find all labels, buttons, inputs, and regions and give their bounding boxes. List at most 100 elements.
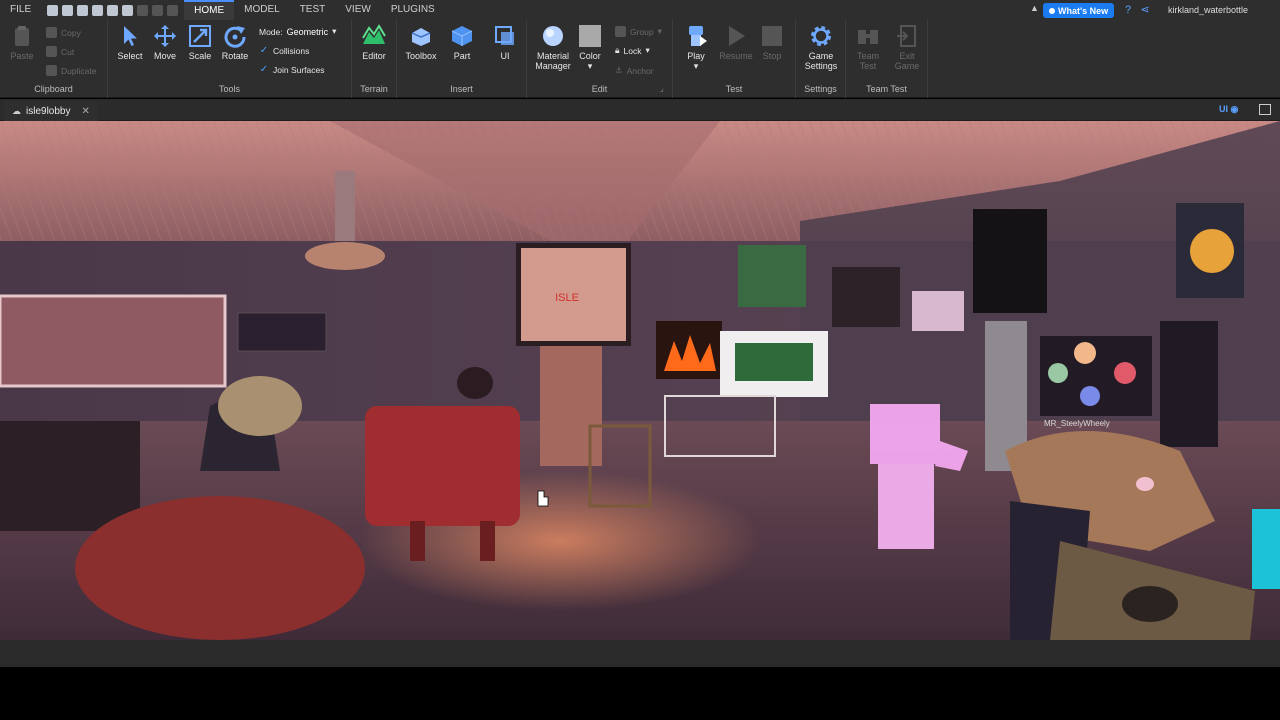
stop-button[interactable]: Stop bbox=[754, 24, 790, 61]
material-label: Material bbox=[536, 51, 569, 61]
chevron-down-icon: ▾ bbox=[693, 61, 699, 71]
clipboard-group: Paste Copy Cut Duplicate Clipboard bbox=[0, 20, 108, 98]
brick-fireplace bbox=[540, 346, 602, 466]
tools-group-label: Tools bbox=[218, 84, 240, 94]
tab-model[interactable]: MODEL bbox=[234, 0, 290, 20]
copy-button[interactable]: Copy bbox=[46, 27, 81, 38]
open-file-icon[interactable] bbox=[62, 4, 74, 16]
share-icon[interactable]: ⋖ bbox=[1139, 4, 1151, 16]
team-test-group: Team Test Exit Game Team Test bbox=[846, 20, 928, 98]
3d-viewport[interactable]: ISLE MR_SteelyWheely bbox=[0, 121, 1280, 640]
move-button[interactable]: Move bbox=[145, 24, 185, 61]
whats-new-button[interactable]: What's New bbox=[1043, 3, 1115, 18]
ribbon: Paste Copy Cut Duplicate Clipboard Selec… bbox=[0, 20, 1280, 98]
cannon-prop bbox=[0, 421, 140, 531]
poster-caption: MR_SteelyWheely bbox=[1044, 419, 1110, 428]
mode-label: Mode: bbox=[259, 26, 283, 37]
terrain-editor-button[interactable]: Editor bbox=[354, 24, 394, 61]
group-icon bbox=[615, 26, 626, 37]
play-label: Play bbox=[687, 51, 705, 61]
editor-label: Editor bbox=[362, 51, 386, 61]
tools-group: Select Move Scale Rotate Mode: Geometric ▾… bbox=[108, 20, 352, 98]
join-surfaces-label: Join Surfaces bbox=[273, 65, 325, 75]
cube-icon bbox=[451, 26, 473, 46]
anchor-label: Anchor bbox=[626, 65, 654, 76]
toolbox-button[interactable]: Toolbox bbox=[401, 24, 441, 61]
new-file-icon[interactable] bbox=[47, 4, 59, 16]
group-label: Group bbox=[630, 26, 654, 37]
collapse-ribbon-icon[interactable]: ▲ bbox=[1030, 3, 1039, 13]
isle-tv: ISLE bbox=[516, 243, 631, 346]
beanbag-chair bbox=[75, 496, 365, 640]
anchor-button[interactable]: ⚓︎ Anchor bbox=[615, 65, 654, 76]
chevron-down-icon: ▾ bbox=[657, 26, 662, 36]
scale-label: Scale bbox=[188, 51, 212, 61]
redo-disabled-icon[interactable] bbox=[167, 4, 179, 16]
scissors-icon bbox=[46, 46, 57, 57]
lock-button[interactable]: 🔒︎ Lock ▾ bbox=[615, 45, 650, 56]
binoculars-icon[interactable] bbox=[92, 4, 104, 16]
resume-button[interactable]: Resume bbox=[716, 24, 756, 61]
play-button[interactable]: Play ▾ bbox=[676, 24, 716, 72]
cut-button[interactable]: Cut bbox=[46, 46, 74, 57]
material-manager-button[interactable]: Material Manager bbox=[533, 24, 573, 71]
undo-icon[interactable] bbox=[152, 4, 164, 16]
exit-game-button[interactable]: Exit Game bbox=[887, 24, 927, 71]
team-icon bbox=[858, 30, 878, 44]
cyan-object bbox=[1252, 509, 1280, 589]
tab-home[interactable]: HOME bbox=[184, 0, 235, 20]
insert-group-label: Insert bbox=[450, 84, 473, 94]
manager-label: Manager bbox=[535, 61, 571, 71]
tab-view[interactable]: VIEW bbox=[335, 0, 381, 20]
ribbon-expand-icon[interactable]: ⌟ bbox=[660, 84, 664, 93]
document-tab[interactable]: ☁︎ isle9lobby ✕ bbox=[4, 101, 98, 121]
chevron-down-icon: ▾ bbox=[332, 26, 337, 36]
duplicate-button[interactable]: Duplicate bbox=[46, 65, 96, 76]
part-label: Part bbox=[453, 51, 471, 61]
tab-test[interactable]: TEST bbox=[290, 0, 336, 20]
select-button[interactable]: Select bbox=[110, 24, 150, 61]
scale-icon bbox=[189, 25, 211, 47]
ui-visibility-toggle[interactable]: UI ◉ bbox=[1219, 104, 1238, 115]
join-surfaces-toggle[interactable]: ✓ Join Surfaces bbox=[259, 65, 325, 76]
window-layout-icon[interactable] bbox=[1259, 104, 1271, 115]
group-button[interactable]: Group ▾ bbox=[615, 26, 662, 37]
color-button[interactable]: Color ▾ bbox=[572, 24, 608, 72]
redo-icon[interactable] bbox=[107, 4, 119, 16]
stop-small-icon[interactable] bbox=[137, 4, 149, 16]
game-settings-button[interactable]: Game Settings bbox=[801, 24, 841, 71]
file-menu[interactable]: FILE bbox=[0, 0, 41, 20]
scene-render: ISLE MR_SteelyWheely bbox=[0, 121, 1280, 640]
username[interactable]: kirkland_waterbottle bbox=[1168, 0, 1248, 20]
close-icon[interactable]: ✕ bbox=[81, 106, 89, 117]
collisions-label: Collisions bbox=[273, 46, 310, 56]
scale-button[interactable]: Scale bbox=[180, 24, 220, 61]
test-label: Test bbox=[859, 61, 877, 71]
rotate-button[interactable]: Rotate bbox=[215, 24, 255, 61]
exit-label: Exit bbox=[899, 51, 915, 61]
team-test-group-label: Team Test bbox=[866, 84, 907, 94]
game-label: Game bbox=[894, 61, 920, 71]
team-test-button[interactable]: Team Test bbox=[848, 24, 888, 71]
color-swatch-icon bbox=[579, 25, 601, 47]
toolbox-icon bbox=[411, 28, 431, 46]
plugin-icon[interactable] bbox=[122, 4, 134, 16]
ui-toggle-label: UI bbox=[1219, 104, 1228, 114]
settings-group: Game Settings Settings bbox=[796, 20, 846, 98]
tab-plugins[interactable]: PLUGINS bbox=[381, 0, 445, 20]
toolbox-label: Toolbox bbox=[405, 51, 437, 61]
settings-label: Settings bbox=[804, 61, 838, 71]
play-character-icon bbox=[689, 26, 707, 46]
collisions-toggle[interactable]: ✓ Collisions bbox=[259, 46, 310, 57]
document-tab-label: isle9lobby bbox=[26, 105, 71, 117]
part-button[interactable]: Part bbox=[442, 24, 482, 61]
copy-label: Copy bbox=[61, 27, 81, 38]
eye-icon: ◉ bbox=[1228, 104, 1239, 114]
duplicate-icon bbox=[46, 65, 57, 76]
paste-button[interactable]: Paste bbox=[4, 24, 40, 61]
ui-button[interactable]: UI bbox=[485, 24, 525, 61]
help-icon[interactable]: ? bbox=[1122, 4, 1134, 16]
mode-value: Geometric bbox=[286, 26, 329, 37]
mode-dropdown[interactable]: Mode: Geometric ▾ bbox=[259, 26, 336, 37]
save-icon[interactable] bbox=[77, 4, 89, 16]
